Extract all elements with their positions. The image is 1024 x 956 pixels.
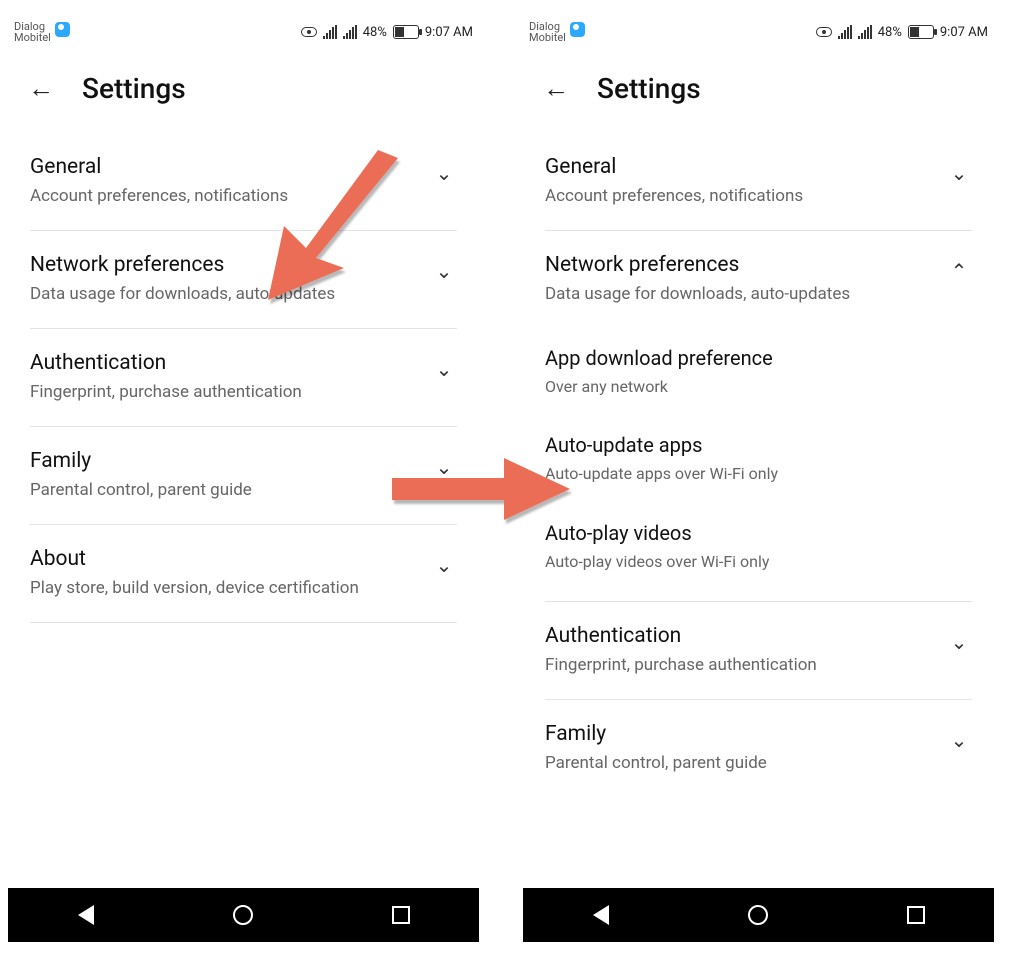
row-authentication[interactable]: Authentication Fingerprint, purchase aut… <box>30 329 457 427</box>
row-sub: Fingerprint, purchase authentication <box>545 654 946 677</box>
status-right: 48% 9:07 AM <box>301 25 473 40</box>
status-bar: Dialog Mobitel 48% 9:07 AM <box>523 14 994 50</box>
row-family[interactable]: Family Parental control, parent guide ⌄ <box>30 427 457 525</box>
app-bar: ← Settings <box>8 50 479 133</box>
nav-home-icon[interactable] <box>748 905 768 925</box>
row-title: Auto-update apps <box>545 433 972 457</box>
row-about[interactable]: About Play store, build version, device … <box>30 525 457 623</box>
row-title: General <box>30 155 431 179</box>
settings-list: General Account preferences, notificatio… <box>8 133 479 888</box>
row-sub: Fingerprint, purchase authentication <box>30 381 431 404</box>
status-left: Dialog Mobitel <box>14 21 70 43</box>
signal-icon-1 <box>323 25 337 39</box>
row-sub: Auto-update apps over Wi-Fi only <box>545 463 972 485</box>
carrier-2: Mobitel <box>14 32 51 43</box>
chevron-down-icon: ⌄ <box>431 161 457 185</box>
notification-icon <box>570 22 585 37</box>
row-network-preferences[interactable]: Network preferences Data usage for downl… <box>545 231 972 328</box>
chevron-up-icon: ⌃ <box>946 259 972 283</box>
signal-icon-2 <box>343 25 357 39</box>
row-authentication[interactable]: Authentication Fingerprint, purchase aut… <box>545 602 972 700</box>
chevron-down-icon: ⌄ <box>431 357 457 381</box>
status-left: Dialog Mobitel <box>529 21 585 43</box>
back-icon[interactable]: ← <box>543 76 569 102</box>
android-nav-bar <box>8 888 479 942</box>
battery-percent: 48% <box>363 25 387 40</box>
row-sub: Over any network <box>545 376 972 398</box>
row-title: Authentication <box>545 624 946 648</box>
row-title: Family <box>30 449 431 473</box>
signal-icon-2 <box>858 25 872 39</box>
row-title: Family <box>545 722 946 746</box>
row-title: General <box>545 155 946 179</box>
status-right: 48% 9:07 AM <box>816 25 988 40</box>
row-app-download-preference[interactable]: App download preference Over any network <box>545 328 972 416</box>
row-sub: Account preferences, notifications <box>30 185 431 208</box>
nav-recent-icon[interactable] <box>907 906 925 924</box>
row-network-preferences[interactable]: Network preferences Data usage for downl… <box>30 231 457 329</box>
row-title: About <box>30 547 431 571</box>
row-general[interactable]: General Account preferences, notificatio… <box>30 133 457 231</box>
row-title: Auto-play videos <box>545 521 972 545</box>
row-auto-update-apps[interactable]: Auto-update apps Auto-update apps over W… <box>545 415 972 503</box>
app-bar: ← Settings <box>523 50 994 133</box>
phone-right: Dialog Mobitel 48% 9:07 AM ← Settings G <box>523 14 994 942</box>
eye-comfort-icon <box>816 27 832 37</box>
row-title: Network preferences <box>545 253 946 277</box>
chevron-down-icon: ⌄ <box>946 630 972 654</box>
row-sub: Parental control, parent guide <box>545 752 946 775</box>
battery-icon <box>908 25 934 39</box>
row-sub: Parental control, parent guide <box>30 479 431 502</box>
status-bar: Dialog Mobitel 48% 9:07 AM <box>8 14 479 50</box>
chevron-down-icon: ⌄ <box>431 455 457 479</box>
chevron-down-icon: ⌄ <box>431 553 457 577</box>
row-general[interactable]: General Account preferences, notificatio… <box>545 133 972 231</box>
row-family[interactable]: Family Parental control, parent guide ⌄ <box>545 700 972 797</box>
row-title: Authentication <box>30 351 431 375</box>
row-title: Network preferences <box>30 253 431 277</box>
settings-list: General Account preferences, notificatio… <box>523 133 994 888</box>
row-sub: Data usage for downloads, auto-updates <box>545 283 946 306</box>
row-sub: Account preferences, notifications <box>545 185 946 208</box>
nav-back-icon[interactable] <box>78 905 94 925</box>
signal-icon-1 <box>838 25 852 39</box>
nav-home-icon[interactable] <box>233 905 253 925</box>
back-icon[interactable]: ← <box>28 76 54 102</box>
chevron-down-icon: ⌄ <box>431 259 457 283</box>
eye-comfort-icon <box>301 27 317 37</box>
row-sub: Play store, build version, device certif… <box>30 577 431 600</box>
page-title: Settings <box>82 72 186 105</box>
row-auto-play-videos[interactable]: Auto-play videos Auto-play videos over W… <box>545 503 972 602</box>
notification-icon <box>55 22 70 37</box>
clock: 9:07 AM <box>425 25 473 40</box>
page-title: Settings <box>597 72 701 105</box>
battery-percent: 48% <box>878 25 902 40</box>
chevron-down-icon: ⌄ <box>946 728 972 752</box>
android-nav-bar <box>523 888 994 942</box>
battery-icon <box>393 25 419 39</box>
phone-left: Dialog Mobitel 48% 9:07 AM ← Settings G <box>8 14 479 942</box>
nav-back-icon[interactable] <box>593 905 609 925</box>
carrier-2: Mobitel <box>529 32 566 43</box>
clock: 9:07 AM <box>940 25 988 40</box>
row-sub: Data usage for downloads, auto-updates <box>30 283 431 306</box>
row-sub: Auto-play videos over Wi-Fi only <box>545 551 972 573</box>
row-title: App download preference <box>545 346 972 370</box>
nav-recent-icon[interactable] <box>392 906 410 924</box>
chevron-down-icon: ⌄ <box>946 161 972 185</box>
